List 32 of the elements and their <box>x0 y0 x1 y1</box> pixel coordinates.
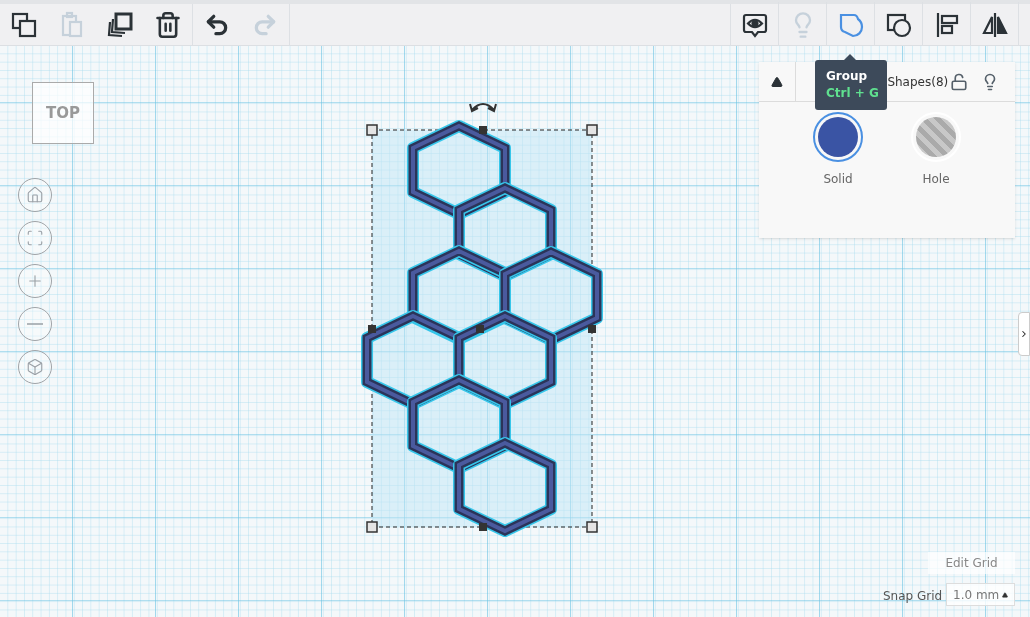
inspector-title: Shapes(8) <box>887 73 949 91</box>
edge-handle[interactable] <box>479 523 487 531</box>
corner-handle[interactable] <box>586 521 598 533</box>
trash-icon <box>154 10 182 39</box>
view-cube-label: TOP <box>46 102 80 124</box>
edit-grid-button[interactable]: Edit Grid <box>928 552 1015 574</box>
stacked-squares-icon <box>106 10 134 39</box>
tooltip-title: Group <box>826 68 869 85</box>
tooltip-shortcut: Ctrl + G <box>826 85 876 102</box>
edge-handle[interactable] <box>479 126 487 134</box>
snap-grid-select[interactable]: 1.0 mm <box>946 583 1015 606</box>
home-icon <box>26 186 44 204</box>
unlocked-padlock-icon <box>950 72 969 91</box>
corner-handle[interactable] <box>366 521 378 533</box>
fit-view-icon <box>26 229 44 247</box>
copy-icon <box>10 10 38 39</box>
corner-handle[interactable] <box>366 124 378 136</box>
shape-type-option[interactable]: Hole <box>900 112 972 188</box>
edge-handle[interactable] <box>476 325 484 333</box>
snap-grid-label: Snap Grid <box>883 588 943 605</box>
edge-handle[interactable] <box>588 325 596 333</box>
shape-type-option[interactable]: Solid <box>802 112 874 188</box>
edge-handle[interactable] <box>368 325 376 333</box>
caret-up-icon <box>1002 591 1008 598</box>
caret-up-icon <box>771 75 784 88</box>
view-cube[interactable]: TOP <box>32 82 94 144</box>
rotate-handle-icon[interactable] <box>469 103 497 112</box>
zoom-in-icon <box>26 272 44 290</box>
side-panel-toggle[interactable] <box>1018 312 1030 356</box>
corner-handle[interactable] <box>586 124 598 136</box>
cube-icon <box>26 358 44 376</box>
mirror-icon <box>980 10 1009 39</box>
